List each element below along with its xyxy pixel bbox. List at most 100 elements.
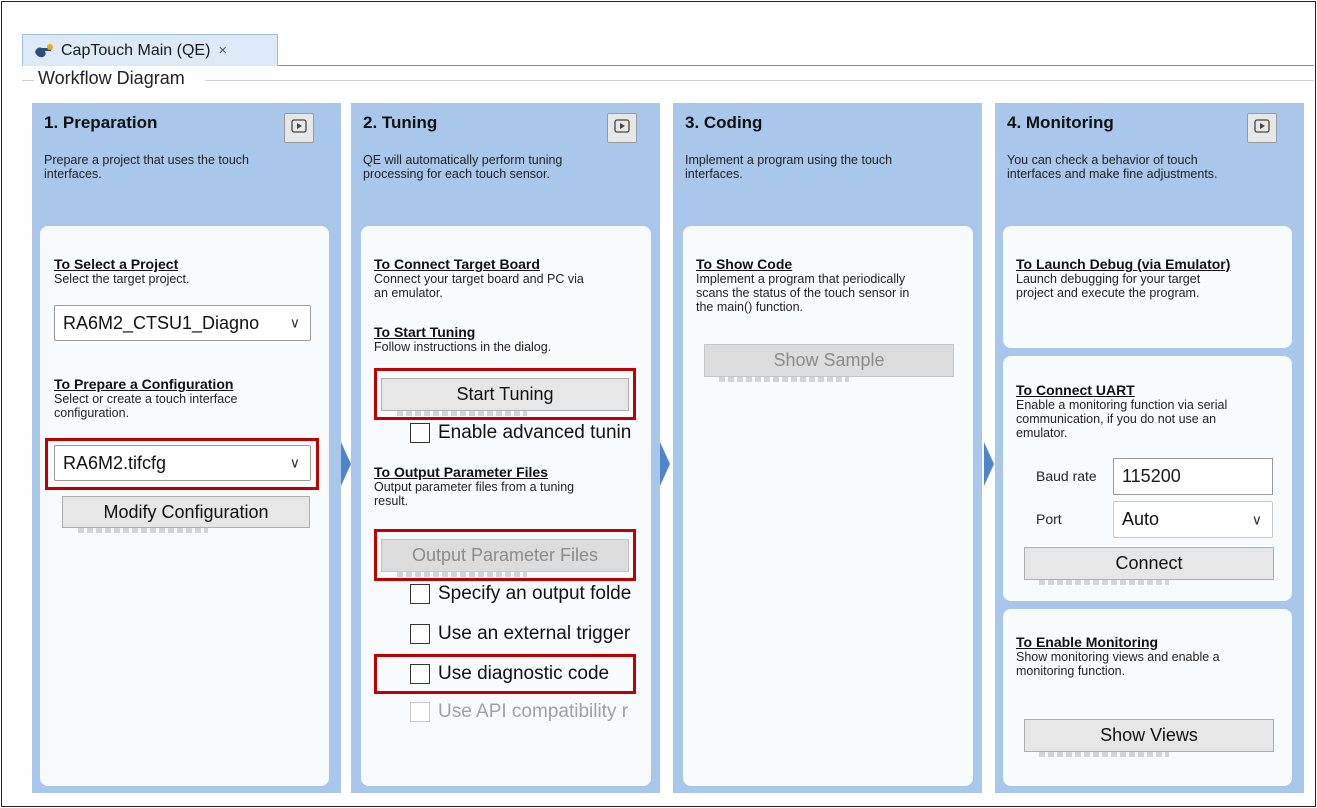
show-views-button[interactable]: Show Views <box>1024 719 1274 752</box>
panel-description: QE will automatically perform tuning pro… <box>363 153 562 181</box>
highlight-box <box>374 654 636 694</box>
panel-description: Prepare a project that uses the touch in… <box>44 153 249 181</box>
group-border-left <box>22 80 34 81</box>
desc-line: Connect your target board and PC via <box>374 272 584 286</box>
section-title-output-parameter-files: To Output Parameter Files <box>374 464 548 480</box>
desc-line: interfaces. <box>44 167 102 181</box>
panel-coding: 3. Coding Implement a program using the … <box>673 103 982 793</box>
project-select[interactable]: RA6M2_CTSU1_Diagno ∨ <box>54 305 311 341</box>
section-desc: Enable a monitoring function via serial … <box>1016 398 1227 440</box>
play-video-icon <box>1254 118 1270 139</box>
section-title-start-tuning: To Start Tuning <box>374 324 476 340</box>
checkbox-box[interactable] <box>410 584 430 604</box>
tab-captouch-main[interactable]: CapTouch Main (QE) × <box>22 34 278 66</box>
panel-title: 4. Monitoring <box>1007 113 1114 132</box>
modify-configuration-button[interactable]: Modify Configuration <box>62 496 310 528</box>
play-video-icon <box>614 118 630 139</box>
checkbox-label: Specify an output folde <box>438 583 632 604</box>
desc-line: interfaces. <box>685 167 743 181</box>
panel-tuning: 2. Tuning QE will automatically perform … <box>351 103 660 793</box>
checkbox-box[interactable] <box>410 624 430 644</box>
desc-line: monitoring function. <box>1016 664 1126 678</box>
use-external-trigger-checkbox[interactable]: Use an external trigger <box>410 623 650 645</box>
section-desc: Show monitoring views and enable a monit… <box>1016 650 1220 678</box>
video-play-button[interactable] <box>607 113 637 143</box>
checkbox-label: Use an external trigger <box>438 623 631 644</box>
tab-title: CapTouch Main (QE) <box>61 41 211 59</box>
desc-line: Follow instructions in the dialog. <box>374 340 552 354</box>
chevron-down-icon: ∨ <box>289 314 300 331</box>
section-desc: Connect your target board and PC via an … <box>374 272 584 300</box>
flow-arrow-icon <box>341 442 351 486</box>
desc-line: Enable a monitoring function via serial <box>1016 398 1228 412</box>
group-border <box>205 80 1314 81</box>
checkbox-label: Enable advanced tunin <box>438 422 632 443</box>
panel-title: 1. Preparation <box>44 113 158 132</box>
tab-close-icon[interactable]: × <box>218 42 227 59</box>
desc-line: Implement a program that periodically <box>696 272 906 286</box>
flow-arrow-icon <box>660 442 670 486</box>
desc-line: Show monitoring views and enable a <box>1016 650 1220 664</box>
panel-description: You can check a behavior of touch interf… <box>1007 153 1218 181</box>
section-desc: Select or create a touch interface confi… <box>54 392 237 420</box>
port-label: Port <box>1036 511 1062 527</box>
checkbox-box[interactable] <box>410 702 430 722</box>
show-sample-button[interactable]: Show Sample <box>704 344 954 377</box>
section-desc: Output parameter files from a tuning res… <box>374 480 574 508</box>
section-desc: Select the target project. <box>54 272 190 286</box>
ghost-text <box>397 572 527 577</box>
desc-line: processing for each touch sensor. <box>363 167 550 181</box>
ghost-text <box>78 528 208 533</box>
section-title-launch-debug[interactable]: To Launch Debug (via Emulator) <box>1016 256 1230 272</box>
panel-title: 3. Coding <box>685 113 763 132</box>
desc-line: scans the status of the touch sensor in <box>696 286 910 300</box>
checkbox-label: Use API compatibility r <box>438 701 629 722</box>
workflow-diagram-title: Workflow Diagram <box>36 68 187 89</box>
section-title-prepare-configuration: To Prepare a Configuration <box>54 376 234 392</box>
baud-rate-input[interactable]: 115200 <box>1113 458 1273 495</box>
port-select[interactable]: Auto ∨ <box>1113 501 1273 538</box>
section-desc: Implement a program that periodically sc… <box>696 272 909 314</box>
connect-button[interactable]: Connect <box>1024 547 1274 580</box>
play-video-icon <box>291 118 307 139</box>
section-desc: Follow instructions in the dialog. <box>374 340 551 354</box>
chevron-down-icon: ∨ <box>1251 511 1262 527</box>
captouch-hand-icon <box>33 42 55 60</box>
desc-line: QE will automatically perform tuning <box>363 153 563 167</box>
desc-line: interfaces and make fine adjustments. <box>1007 167 1218 181</box>
ghost-text <box>719 377 849 382</box>
use-api-compatibility-checkbox[interactable]: Use API compatibility r <box>410 701 650 723</box>
desc-line: an emulator. <box>374 286 443 300</box>
desc-line: Launch debugging for your target <box>1016 272 1201 286</box>
desc-line: Implement a program using the touch <box>685 153 893 167</box>
ghost-text <box>397 411 527 416</box>
desc-line: Output parameter files from a tuning <box>374 480 575 494</box>
section-title-select-project: To Select a Project <box>54 256 179 272</box>
ghost-text <box>1039 752 1169 757</box>
enable-advanced-tuning-checkbox[interactable]: Enable advanced tunin <box>410 422 650 444</box>
desc-line: You can check a behavior of touch <box>1007 153 1198 167</box>
desc-line: result. <box>374 494 409 508</box>
video-play-button[interactable] <box>284 113 314 143</box>
flow-arrow-icon <box>984 442 994 486</box>
port-select-value: Auto <box>1122 509 1160 529</box>
checkbox-box[interactable] <box>410 423 430 443</box>
editor-tab-bar: CapTouch Main (QE) × <box>22 34 1314 66</box>
section-title-connect-uart: To Connect UART <box>1016 382 1135 398</box>
baud-rate-label: Baud rate <box>1036 468 1097 484</box>
panel-title: 2. Tuning <box>363 113 438 132</box>
specify-output-folder-checkbox[interactable]: Specify an output folde <box>410 583 650 605</box>
desc-line: configuration. <box>54 406 130 420</box>
section-title-enable-monitoring: To Enable Monitoring <box>1016 634 1159 650</box>
desc-line: Select or create a touch interface <box>54 392 238 406</box>
panel-description: Implement a program using the touch inte… <box>685 153 892 181</box>
project-select-value: RA6M2_CTSU1_Diagno <box>63 312 260 333</box>
section-desc: Launch debugging for your target project… <box>1016 272 1200 300</box>
video-play-button[interactable] <box>1247 113 1277 143</box>
ghost-text <box>1039 580 1169 585</box>
desc-line: emulator. <box>1016 426 1068 440</box>
panel-monitoring: 4. Monitoring You can check a behavior o… <box>995 103 1304 793</box>
panel-preparation: 1. Preparation Prepare a project that us… <box>32 103 341 793</box>
section-title-show-code: To Show Code <box>696 256 793 272</box>
desc-line: Prepare a project that uses the touch <box>44 153 249 167</box>
